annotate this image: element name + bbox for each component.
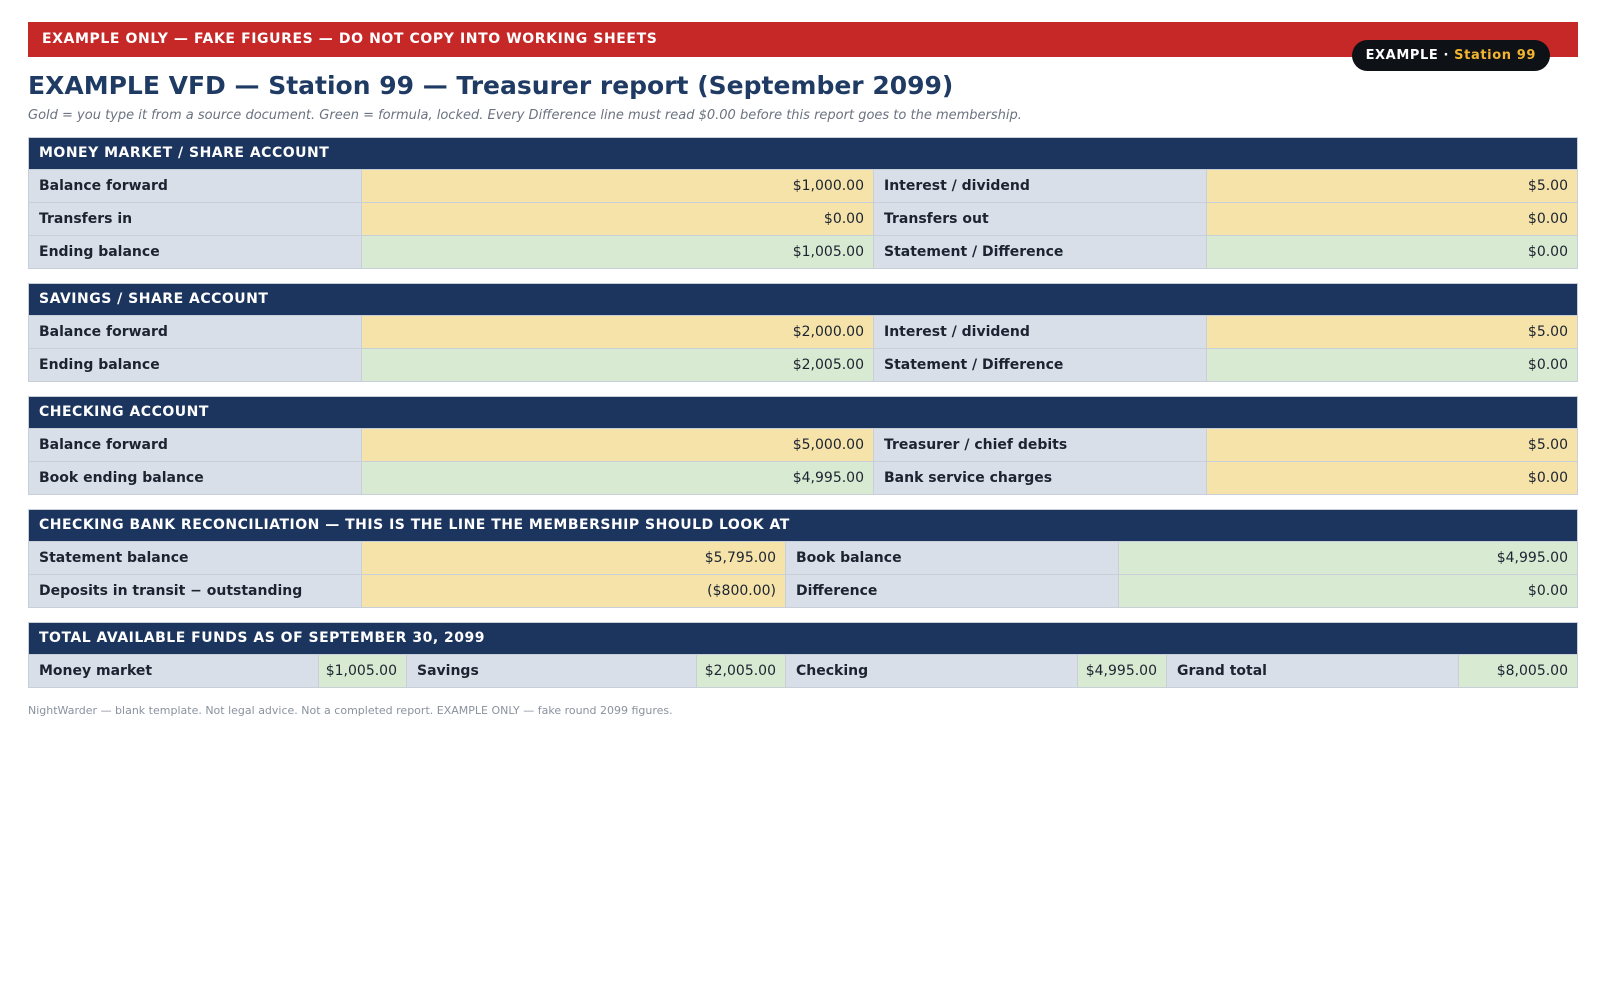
mm-ending-formula: $1,005.00 — [362, 236, 874, 268]
table-row: Ending balance $2,005.00 Statement / Dif… — [29, 348, 1577, 381]
mm-balance-forward-label: Balance forward — [29, 170, 362, 202]
rc-deposits-label: Deposits in transit − outstanding — [29, 575, 362, 607]
totals-heading: TOTAL AVAILABLE FUNDS AS OF SEPTEMBER 30… — [29, 623, 1577, 654]
ck-debits-label: Treasurer / chief debits — [874, 429, 1207, 461]
ck-balance-forward-input[interactable]: $5,000.00 — [362, 429, 874, 461]
rc-statement-input[interactable]: $5,795.00 — [362, 542, 786, 574]
mm-transfers-in-input[interactable]: $0.00 — [362, 203, 874, 235]
badge-label: EXAMPLE · — [1365, 48, 1450, 63]
ck-book-ending-formula: $4,995.00 — [362, 462, 874, 494]
money-market-heading: MONEY MARKET / SHARE ACCOUNT — [29, 138, 1577, 169]
table-row: Balance forward $5,000.00 Treasurer / ch… — [29, 428, 1577, 461]
mm-transfers-out-label: Transfers out — [874, 203, 1207, 235]
sv-ending-formula: $2,005.00 — [362, 349, 874, 381]
tot-money-market-label: Money market — [29, 655, 319, 687]
table-row: Transfers in $0.00 Transfers out $0.00 — [29, 202, 1577, 235]
sv-balance-forward-label: Balance forward — [29, 316, 362, 348]
table-row: Book ending balance $4,995.00 Bank servi… — [29, 461, 1577, 494]
ck-charges-label: Bank service charges — [874, 462, 1207, 494]
mm-interest-input[interactable]: $5.00 — [1207, 170, 1577, 202]
rc-statement-label: Statement balance — [29, 542, 362, 574]
ck-charges-input[interactable]: $0.00 — [1207, 462, 1577, 494]
tot-savings-label: Savings — [407, 655, 697, 687]
report-page: EXAMPLE ONLY — FAKE FIGURES — DO NOT COP… — [28, 22, 1578, 717]
savings-heading: SAVINGS / SHARE ACCOUNT — [29, 284, 1577, 315]
footnote: NightWarder — blank template. Not legal … — [28, 704, 673, 717]
tot-checking-label: Checking — [786, 655, 1078, 687]
tot-grand-label: Grand total — [1167, 655, 1459, 687]
ck-balance-forward-label: Balance forward — [29, 429, 362, 461]
table-row: Balance forward $1,000.00 Interest / div… — [29, 169, 1577, 202]
money-market-section: MONEY MARKET / SHARE ACCOUNT Balance for… — [28, 137, 1578, 269]
warning-banner-text: EXAMPLE ONLY — FAKE FIGURES — DO NOT COP… — [42, 31, 658, 47]
table-row: Ending balance $1,005.00 Statement / Dif… — [29, 235, 1577, 268]
warning-banner: EXAMPLE ONLY — FAKE FIGURES — DO NOT COP… — [28, 22, 1578, 71]
badge-station: Station 99 — [1454, 48, 1536, 63]
sv-interest-input[interactable]: $5.00 — [1207, 316, 1577, 348]
rc-book-formula: $4,995.00 — [1119, 542, 1577, 574]
mm-difference-formula: $0.00 — [1207, 236, 1577, 268]
tot-money-market-value: $1,005.00 — [319, 655, 407, 687]
mm-transfers-out-input[interactable]: $0.00 — [1207, 203, 1577, 235]
checking-heading: CHECKING ACCOUNT — [29, 397, 1577, 428]
tot-checking-value: $4,995.00 — [1078, 655, 1167, 687]
sv-ending-label: Ending balance — [29, 349, 362, 381]
mm-interest-label: Interest / dividend — [874, 170, 1207, 202]
reconciliation-section: CHECKING BANK RECONCILIATION — THIS IS T… — [28, 509, 1578, 608]
table-row: Deposits in transit − outstanding ($800.… — [29, 574, 1577, 607]
checking-section: CHECKING ACCOUNT Balance forward $5,000.… — [28, 396, 1578, 495]
ck-debits-input[interactable]: $5.00 — [1207, 429, 1577, 461]
totals-section: TOTAL AVAILABLE FUNDS AS OF SEPTEMBER 30… — [28, 622, 1578, 688]
rc-difference-formula: $0.00 — [1119, 575, 1577, 607]
page-subtitle: Gold = you type it from a source documen… — [28, 108, 1022, 123]
sv-interest-label: Interest / dividend — [874, 316, 1207, 348]
table-row: Balance forward $2,000.00 Interest / div… — [29, 315, 1577, 348]
page-title: EXAMPLE VFD — Station 99 — Treasurer rep… — [28, 71, 954, 100]
example-station-badge: EXAMPLE · Station 99 — [1351, 40, 1550, 71]
savings-section: SAVINGS / SHARE ACCOUNT Balance forward … — [28, 283, 1578, 382]
mm-transfers-in-label: Transfers in — [29, 203, 362, 235]
mm-ending-label: Ending balance — [29, 236, 362, 268]
tot-savings-value: $2,005.00 — [697, 655, 786, 687]
rc-book-label: Book balance — [786, 542, 1119, 574]
sv-difference-formula: $0.00 — [1207, 349, 1577, 381]
mm-balance-forward-input[interactable]: $1,000.00 — [362, 170, 874, 202]
rc-difference-label: Difference — [786, 575, 1119, 607]
sv-balance-forward-input[interactable]: $2,000.00 — [362, 316, 874, 348]
tot-grand-value: $8,005.00 — [1459, 655, 1577, 687]
mm-difference-label: Statement / Difference — [874, 236, 1207, 268]
table-row: Money market $1,005.00 Savings $2,005.00… — [29, 654, 1577, 687]
table-row: Statement balance $5,795.00 Book balance… — [29, 541, 1577, 574]
ck-book-ending-label: Book ending balance — [29, 462, 362, 494]
sv-difference-label: Statement / Difference — [874, 349, 1207, 381]
rc-deposits-input[interactable]: ($800.00) — [362, 575, 786, 607]
reconciliation-heading: CHECKING BANK RECONCILIATION — THIS IS T… — [29, 510, 1577, 541]
